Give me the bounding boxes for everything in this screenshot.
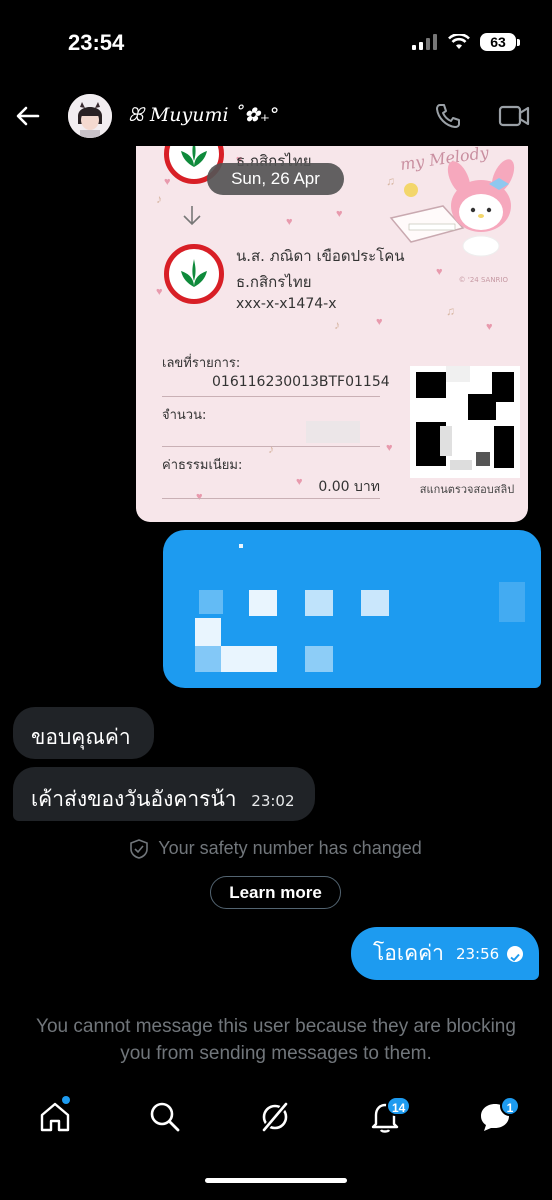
received-message[interactable]: เค้าส่งของวันอังคารน้า 23:02 <box>13 767 315 821</box>
cellular-signal-icon <box>412 34 437 50</box>
contact-name[interactable]: ꕤ 𝑀𝑢𝑦𝑢𝑚𝑖 ˚✿₊° <box>128 104 279 126</box>
heart-decoration: ♥ <box>386 442 393 454</box>
avatar[interactable] <box>68 94 112 138</box>
message-text: โอเคค่า <box>373 941 444 965</box>
music-note-decoration: ♪ <box>334 318 340 332</box>
redacted-sent-message[interactable] <box>163 530 541 688</box>
music-note-decoration: ♫ <box>446 304 455 318</box>
reference-label: เลขที่รายการ: <box>162 356 241 371</box>
message-time: 23:02 <box>251 792 295 810</box>
date-chip: Sun, 26 Apr <box>207 163 344 195</box>
heart-decoration: ♥ <box>286 216 293 228</box>
heart-decoration: ♥ <box>156 286 163 298</box>
reference-value: 016116230013BTF01154 <box>212 374 390 390</box>
home-unread-dot <box>62 1096 70 1104</box>
heart-decoration: ♥ <box>196 491 203 503</box>
safety-notice: Your safety number has changed <box>0 838 552 864</box>
wifi-icon <box>448 34 470 49</box>
music-note-decoration: ♪ <box>156 192 162 206</box>
back-arrow-icon[interactable] <box>14 102 42 130</box>
recipient-name: น.ส. ภณิดา เขือดประโคน <box>236 247 405 265</box>
music-note-decoration: ♪ <box>268 442 274 456</box>
fee-value: 0.00 บาท <box>318 479 380 495</box>
chat-header: ꕤ 𝑀𝑢𝑦𝑢𝑚𝑖 ˚✿₊° <box>0 90 552 142</box>
heart-decoration: ♥ <box>336 208 343 220</box>
shield-check-icon <box>130 838 149 859</box>
qr-code <box>410 366 520 478</box>
watermark: © '24 SANRIO <box>458 276 508 284</box>
message-text: ขอบคุณค่า <box>31 725 131 749</box>
status-bar: 23:54 63 <box>0 0 552 90</box>
heart-decoration: ♥ <box>164 176 171 188</box>
my-melody-illustration: my Melody <box>381 146 528 258</box>
notifications-badge: 14 <box>386 1096 412 1116</box>
safety-notice-text: Your safety number has changed <box>158 838 422 858</box>
message-time: 23:56 <box>455 944 500 963</box>
transfer-slip-image[interactable]: ♥ ♥ ♥ ♥ ♥ ♥ ♥ ♥ ♥ ♥ ♥ ♪ ♫ ♪ ♫ ♪ my Melod… <box>136 146 528 522</box>
blocked-notice: You cannot message this user because the… <box>36 1016 516 1064</box>
received-message[interactable]: ขอบคุณค่า <box>13 707 154 759</box>
down-arrow-icon <box>183 206 201 226</box>
kasikorn-logo-icon <box>164 244 224 304</box>
avatar-image <box>68 94 112 138</box>
qr-caption: สแกนตรวจสอบสลิป <box>419 484 515 496</box>
amount-label: จำนวน: <box>162 408 207 423</box>
battery-indicator: 63 <box>480 33 520 51</box>
recipient-bank: ธ.กสิกรไทย <box>236 273 312 291</box>
heart-decoration: ♥ <box>436 266 443 278</box>
amount-redacted <box>306 421 360 443</box>
status-icons: 63 <box>412 33 520 51</box>
home-indicator <box>205 1178 347 1183</box>
phone-icon[interactable] <box>434 102 462 130</box>
fee-label: ค่าธรรมเนียม: <box>162 458 243 473</box>
grok-icon[interactable] <box>258 1100 292 1134</box>
messages-badge: 1 <box>500 1096 520 1116</box>
home-icon[interactable] <box>38 1100 72 1134</box>
read-check-icon <box>507 945 524 962</box>
learn-more-button[interactable]: Learn more <box>210 876 341 909</box>
status-time: 23:54 <box>68 30 125 55</box>
heart-decoration: ♥ <box>376 316 383 328</box>
sent-message[interactable]: โอเคค่า 23:56 <box>351 927 539 980</box>
search-icon[interactable] <box>148 1100 182 1134</box>
message-text: เค้าส่งของวันอังคารน้า <box>31 787 237 811</box>
decor-text: my Melody <box>399 146 491 174</box>
recipient-account: xxx-x-x1474-x <box>236 296 337 312</box>
bottom-navigation: 14 1 <box>0 1090 552 1150</box>
heart-decoration: ♥ <box>486 321 493 333</box>
video-camera-icon[interactable] <box>498 102 530 130</box>
